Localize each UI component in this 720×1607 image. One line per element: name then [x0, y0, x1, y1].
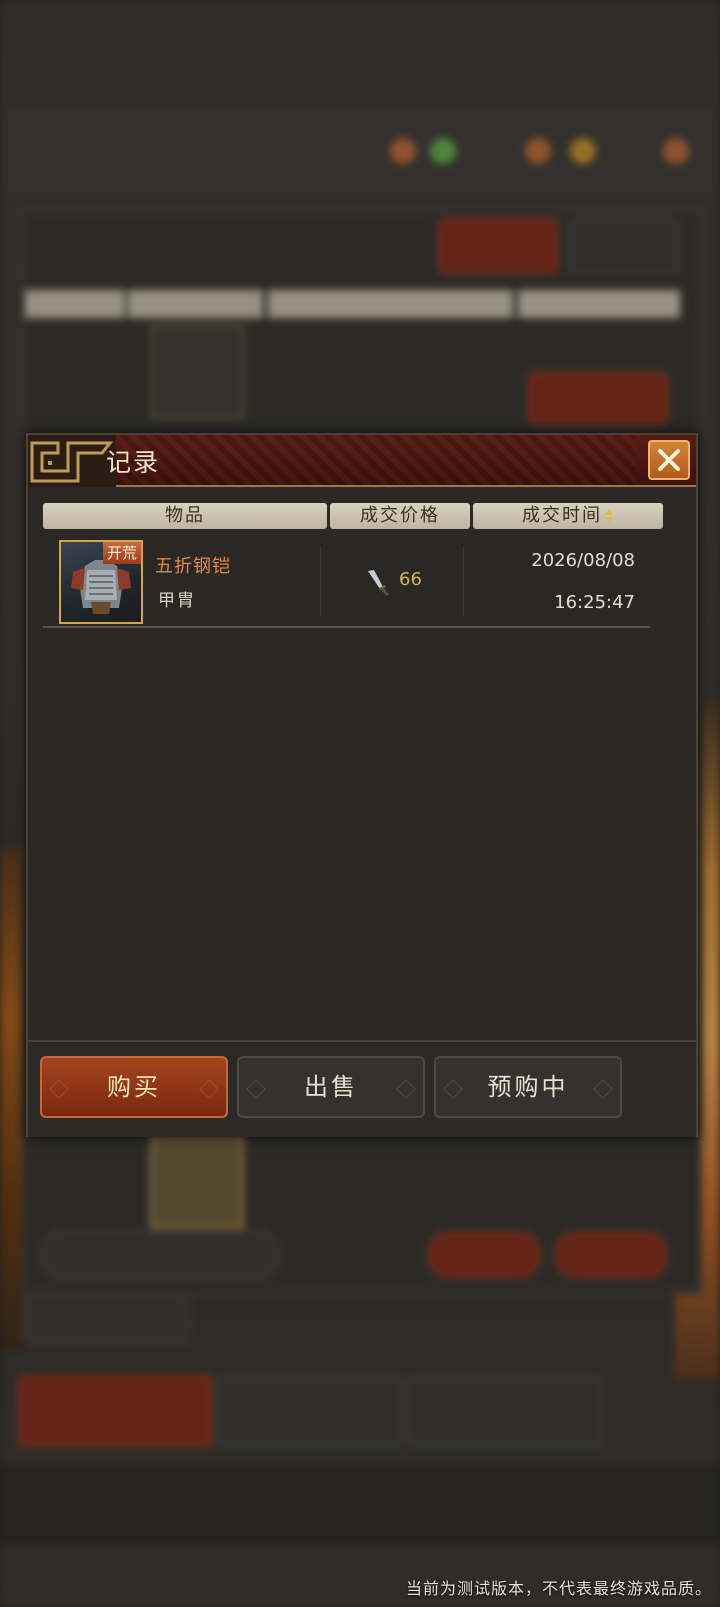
- test-version-disclaimer: 当前为测试版本，不代表最终游戏品质。: [405, 1579, 712, 1598]
- item-badge: 开荒: [102, 542, 141, 564]
- deal-date: 2026/08/08: [531, 550, 635, 571]
- item-type: 甲胄: [158, 591, 196, 611]
- button-ornament: [246, 1079, 266, 1099]
- deal-time: 16:25:47: [554, 592, 635, 613]
- dialog-title: 记录: [106, 448, 161, 477]
- preorder-button[interactable]: 预购中: [434, 1056, 622, 1118]
- button-ornament: [396, 1079, 416, 1099]
- sell-button-label: 出售: [304, 1073, 358, 1101]
- column-header-item: 物品: [43, 503, 327, 529]
- buy-button-label: 购买: [107, 1073, 161, 1101]
- header-pattern: [118, 435, 636, 485]
- column-header-price: 成交价格: [330, 503, 470, 529]
- buy-button[interactable]: 购买: [40, 1056, 228, 1118]
- dagger-currency-icon: [368, 570, 389, 596]
- button-ornament: [443, 1079, 463, 1099]
- close-icon: [658, 449, 680, 471]
- item-name: 五折钢铠: [155, 556, 231, 577]
- corner-ornament-icon: [28, 435, 116, 487]
- record-dialog: 记录 物品 成交价格 成交时间 开荒 五折钢铠 甲胄 66 2026/08/08…: [26, 433, 698, 1137]
- dialog-header: 记录: [28, 435, 696, 487]
- close-button[interactable]: [648, 440, 690, 480]
- sell-button[interactable]: 出售: [237, 1056, 425, 1118]
- column-divider: [463, 546, 464, 616]
- button-ornament: [199, 1079, 219, 1099]
- column-divider: [320, 546, 321, 616]
- item-icon[interactable]: 开荒: [59, 540, 143, 624]
- column-header-time[interactable]: 成交时间: [473, 503, 663, 529]
- column-header-time-label: 成交时间: [522, 505, 602, 526]
- preorder-button-label: 预购中: [487, 1073, 569, 1101]
- sort-icon: [605, 509, 613, 523]
- button-ornament: [49, 1079, 69, 1099]
- dialog-footer: 购买 出售 预购中: [28, 1040, 696, 1137]
- button-ornament: [593, 1079, 613, 1099]
- record-row[interactable]: 开荒 五折钢铠 甲胄 66 2026/08/08 16:25:47: [43, 536, 650, 628]
- price-value: 66: [399, 569, 422, 590]
